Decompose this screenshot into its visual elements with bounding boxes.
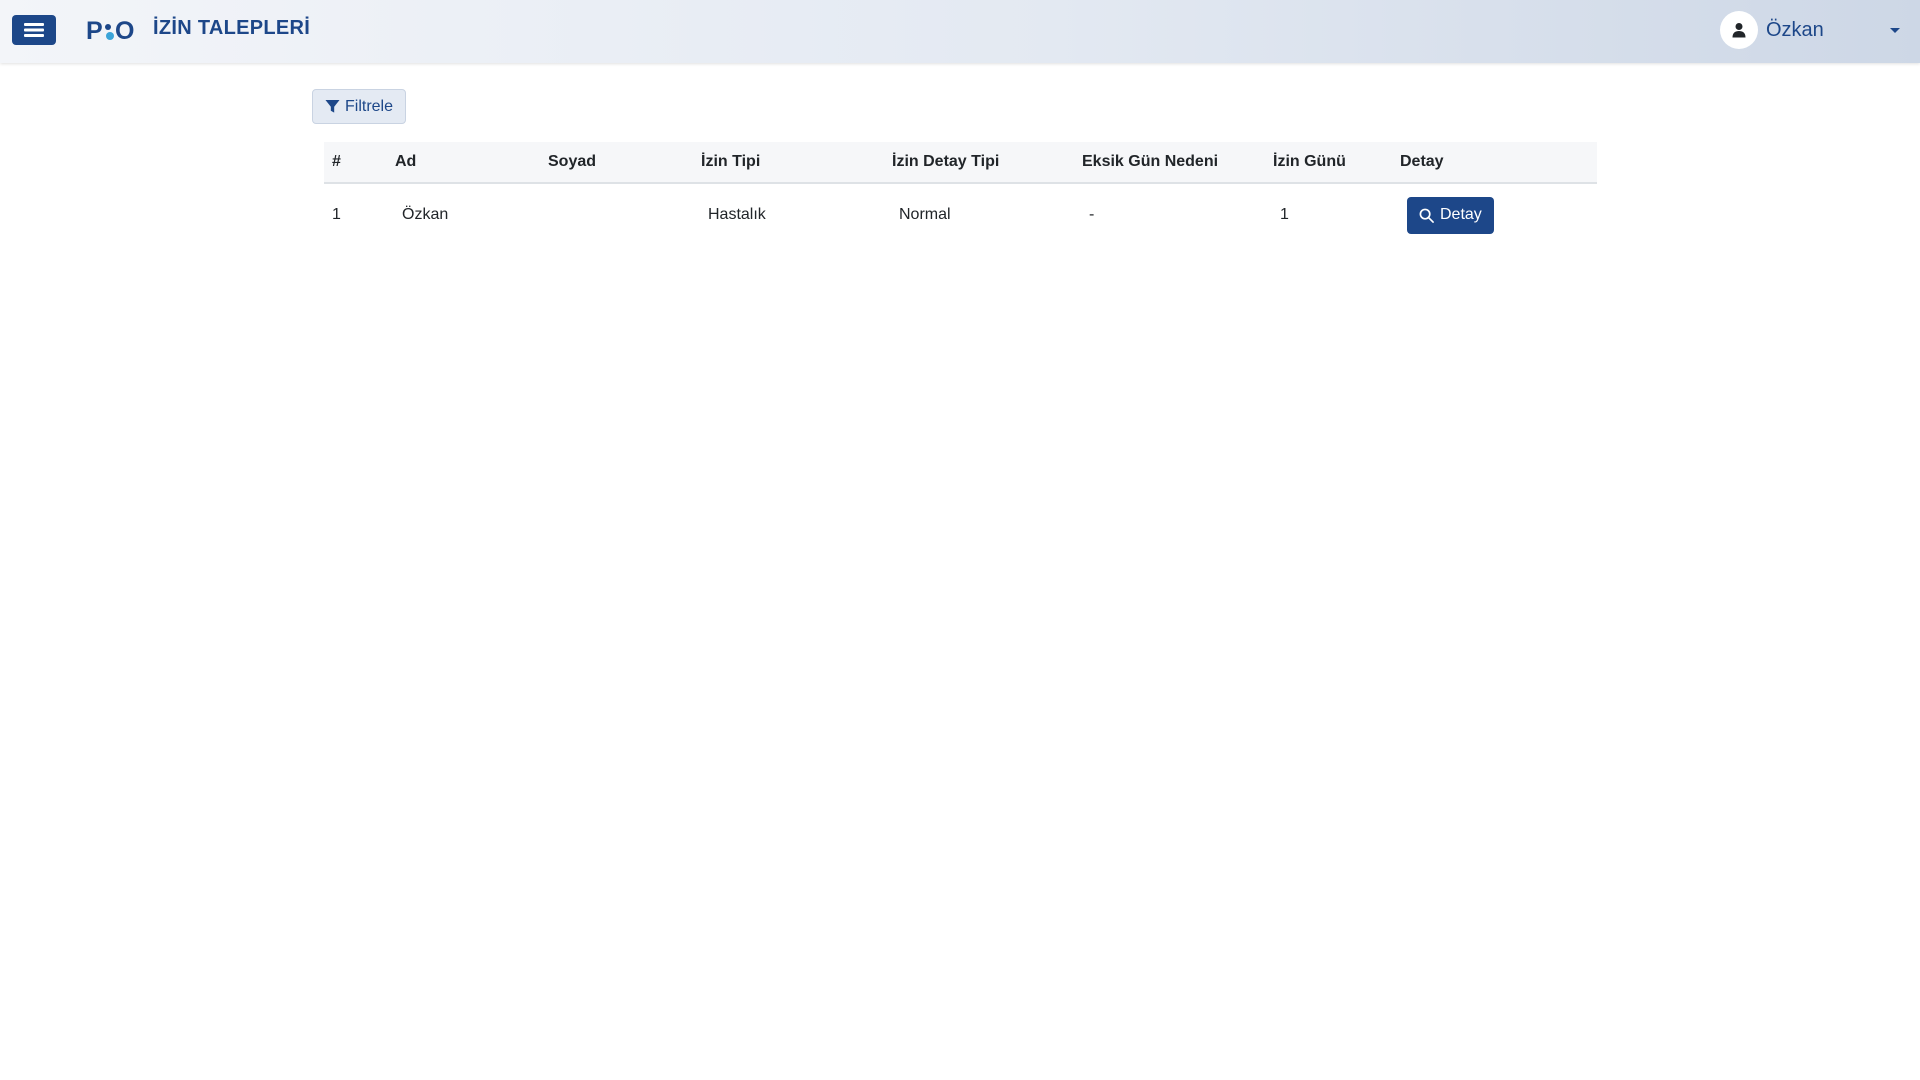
detail-button[interactable]: Detay (1407, 196, 1494, 234)
column-header-izin-gunu: İzin Günü (1273, 153, 1346, 170)
table-header-row: # Ad Soyad İzin Tipi İzin Detay Tipi Eks… (324, 142, 1597, 183)
filter-button-label: Filtrele (345, 97, 394, 115)
column-header-soyad: Soyad (548, 153, 597, 170)
cell-soyad (540, 183, 693, 246)
filter-icon (325, 99, 340, 113)
cell-izin-tipi: Hastalık (708, 206, 766, 223)
svg-text:P: P (86, 17, 102, 44)
table-row: 1 Özkan Hastalık Normal - 1 Detay (324, 183, 1597, 246)
cell-eksik-gun-nedeni: - (1089, 206, 1095, 223)
cell-izin-gunu: 1 (1280, 206, 1289, 223)
menu-toggle-button[interactable] (12, 15, 56, 45)
cell-izin-detay-tipi: Normal (899, 206, 951, 223)
filter-button[interactable]: Filtrele (312, 89, 407, 124)
detail-button-label: Detay (1440, 206, 1482, 223)
hamburger-icon (24, 23, 44, 37)
user-name: Özkan (1766, 18, 1824, 41)
search-icon (1419, 208, 1434, 223)
chevron-down-icon (1890, 27, 1900, 33)
user-menu-dropdown[interactable]: Özkan (1720, 10, 1900, 50)
column-header-izin-tipi: İzin Tipi (701, 153, 761, 170)
cell-detay: Detay (1392, 183, 1597, 246)
cell-ad: Özkan (402, 206, 449, 223)
avatar (1720, 11, 1758, 49)
user-icon (1732, 23, 1746, 38)
cell-index: 1 (332, 206, 341, 223)
page-title: İZİN TALEPLERİ (153, 17, 311, 39)
svg-text:O: O (115, 17, 134, 44)
pio-logo-icon: P O (86, 17, 135, 44)
column-header-izin-detay-tipi: İzin Detay Tipi (892, 153, 1000, 170)
top-navbar: P O İZİN TALEPLERİ Özkan (0, 0, 1920, 63)
column-header-index: # (332, 153, 341, 170)
app-logo[interactable]: P O (86, 14, 138, 46)
column-header-ad: Ad (395, 153, 417, 170)
column-header-detay: Detay (1400, 153, 1444, 170)
column-header-eksik-gun-nedeni: Eksik Gün Nedeni (1082, 153, 1219, 170)
leave-requests-table: # Ad Soyad İzin Tipi İzin Detay Tipi Eks… (324, 142, 1597, 246)
